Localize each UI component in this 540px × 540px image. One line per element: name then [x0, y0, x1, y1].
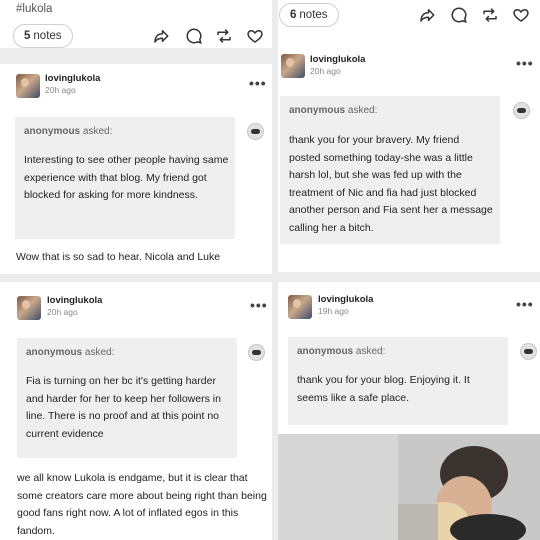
- ask-header: anonymous asked:: [297, 346, 385, 357]
- post-bottom-left: lovinglukola 20h ago ••• anonymous asked…: [0, 282, 272, 540]
- avatar[interactable]: [288, 295, 312, 319]
- anonymous-avatar-icon: [248, 344, 265, 361]
- more-options-icon[interactable]: •••: [250, 297, 268, 313]
- post-username[interactable]: lovinglukola: [47, 295, 102, 306]
- avatar[interactable]: [281, 54, 305, 78]
- avatar[interactable]: [17, 296, 41, 320]
- notes-count: 5: [24, 30, 31, 42]
- post-username[interactable]: lovinglukola: [310, 54, 365, 65]
- post-reply-text: we all know Lukola is endgame, but it is…: [17, 472, 267, 537]
- more-options-icon[interactable]: •••: [516, 55, 534, 71]
- asker-name: anonymous: [289, 105, 346, 116]
- asked-label: asked:: [355, 346, 386, 357]
- post-bottom-right: lovinglukola 19h ago ••• anonymous asked…: [278, 282, 540, 540]
- post-reply-text: Wow that is so sad to hear. Nicola and L…: [16, 251, 221, 263]
- ask-question: thank you for your blog. Enjoying it. It…: [297, 374, 470, 404]
- ask-question: thank you for your bravery. My friend po…: [289, 134, 493, 234]
- ask-box: anonymous asked: thank you for your blog…: [288, 337, 508, 425]
- notes-label: notes: [299, 9, 328, 21]
- notes-button[interactable]: 5 notes: [13, 24, 73, 48]
- post-middle-left: lovinglukola 20h ago ••• anonymous asked…: [0, 64, 272, 274]
- post-username[interactable]: lovinglukola: [318, 294, 373, 305]
- post-time: 19h ago: [318, 306, 349, 316]
- reply-icon[interactable]: [450, 6, 468, 24]
- ask-header: anonymous asked:: [289, 105, 377, 116]
- reblog-icon[interactable]: [481, 6, 499, 24]
- ask-box: anonymous asked: thank you for your brav…: [280, 96, 500, 244]
- asker-name: anonymous: [26, 347, 83, 358]
- ask-header: anonymous asked:: [26, 347, 114, 358]
- ask-box: anonymous asked: Fia is turning on her b…: [17, 338, 237, 458]
- post-top-right: 6 notes lovinglukola 20h ago ••• anonymou…: [278, 0, 540, 272]
- post-photo[interactable]: [278, 434, 540, 540]
- share-icon[interactable]: [152, 27, 170, 45]
- post-time: 20h ago: [47, 307, 78, 317]
- post-tag[interactable]: #lukola: [16, 3, 52, 15]
- more-options-icon[interactable]: •••: [249, 75, 267, 91]
- reply-icon[interactable]: [185, 27, 203, 45]
- notes-label: notes: [33, 30, 62, 42]
- asked-label: asked:: [84, 347, 115, 358]
- photo-illustration: [278, 434, 540, 540]
- post-time: 20h ago: [310, 66, 341, 76]
- post-footer-top-left: #lukola 5 notes: [0, 0, 272, 48]
- avatar[interactable]: [16, 74, 40, 98]
- asked-label: asked:: [347, 105, 378, 116]
- ask-box: anonymous asked: Interesting to see othe…: [15, 117, 235, 239]
- anonymous-avatar-icon: [247, 123, 264, 140]
- asked-label: asked:: [82, 126, 113, 137]
- share-icon[interactable]: [418, 6, 436, 24]
- asker-name: anonymous: [297, 346, 354, 357]
- anonymous-avatar-icon: [520, 343, 537, 360]
- ask-header: anonymous asked:: [24, 126, 112, 137]
- like-heart-icon[interactable]: [512, 6, 530, 24]
- post-username[interactable]: lovinglukola: [45, 73, 100, 84]
- ask-question: Interesting to see other people having s…: [24, 154, 229, 201]
- reblog-icon[interactable]: [215, 27, 233, 45]
- more-options-icon[interactable]: •••: [516, 296, 534, 312]
- post-time: 20h ago: [45, 85, 76, 95]
- notes-button[interactable]: 6 notes: [279, 3, 339, 27]
- anonymous-avatar-icon: [513, 102, 530, 119]
- ask-question: Fia is turning on her bc it's getting ha…: [26, 375, 221, 440]
- asker-name: anonymous: [24, 126, 81, 137]
- notes-count: 6: [290, 9, 297, 21]
- like-heart-icon[interactable]: [246, 27, 264, 45]
